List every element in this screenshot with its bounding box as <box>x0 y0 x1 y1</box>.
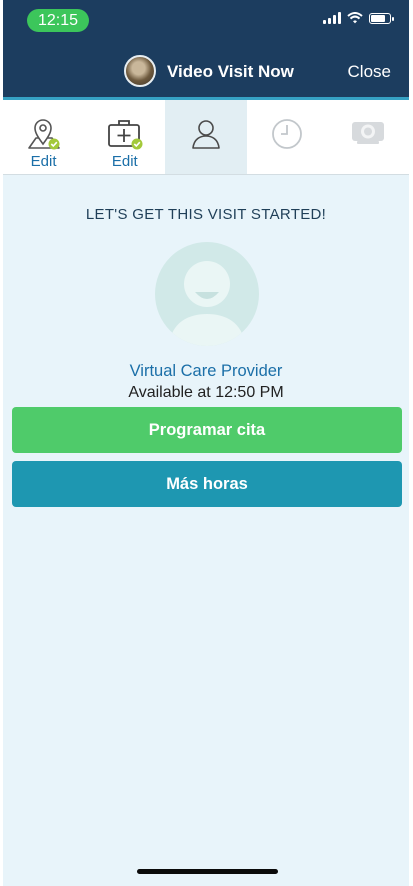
visit-heading: LET'S GET THIS VISIT STARTED! <box>85 206 327 223</box>
video-camera-icon <box>352 122 385 144</box>
status-time: 12:15 <box>27 9 89 32</box>
step-time[interactable] <box>247 100 328 174</box>
status-icons <box>323 12 394 24</box>
availability-text: Available at 12:50 PM <box>128 384 284 401</box>
step-video[interactable] <box>328 100 409 174</box>
user-avatar <box>124 55 156 87</box>
provider-avatar-icon <box>155 242 259 346</box>
step-medical-label[interactable]: Edit <box>112 153 138 170</box>
wifi-icon <box>347 12 363 24</box>
signal-icon <box>323 12 341 24</box>
schedule-appointment-button[interactable]: Programar cita <box>12 407 402 453</box>
person-icon <box>192 120 220 149</box>
page-title: Video Visit Now <box>167 62 294 81</box>
more-times-button[interactable]: Más horas <box>12 461 402 507</box>
step-location-label[interactable]: Edit <box>31 153 57 170</box>
step-provider[interactable] <box>165 100 247 174</box>
provider-name[interactable]: Virtual Care Provider <box>3 362 409 381</box>
close-button[interactable]: Close <box>348 62 391 82</box>
clock-icon <box>272 119 303 149</box>
home-indicator[interactable] <box>137 869 278 874</box>
battery-icon <box>369 12 394 24</box>
location-map-icon <box>27 119 60 150</box>
app-header: 12:15 Video Visit Now Close <box>3 0 409 97</box>
step-medical[interactable]: Edit <box>84 100 165 174</box>
main-content: LET'S GET THIS VISIT STARTED! Virtual Ca… <box>3 175 409 886</box>
step-location[interactable]: Edit <box>3 100 84 174</box>
visit-stepper: Edit Edit <box>3 100 409 175</box>
medical-kit-icon <box>107 120 143 150</box>
